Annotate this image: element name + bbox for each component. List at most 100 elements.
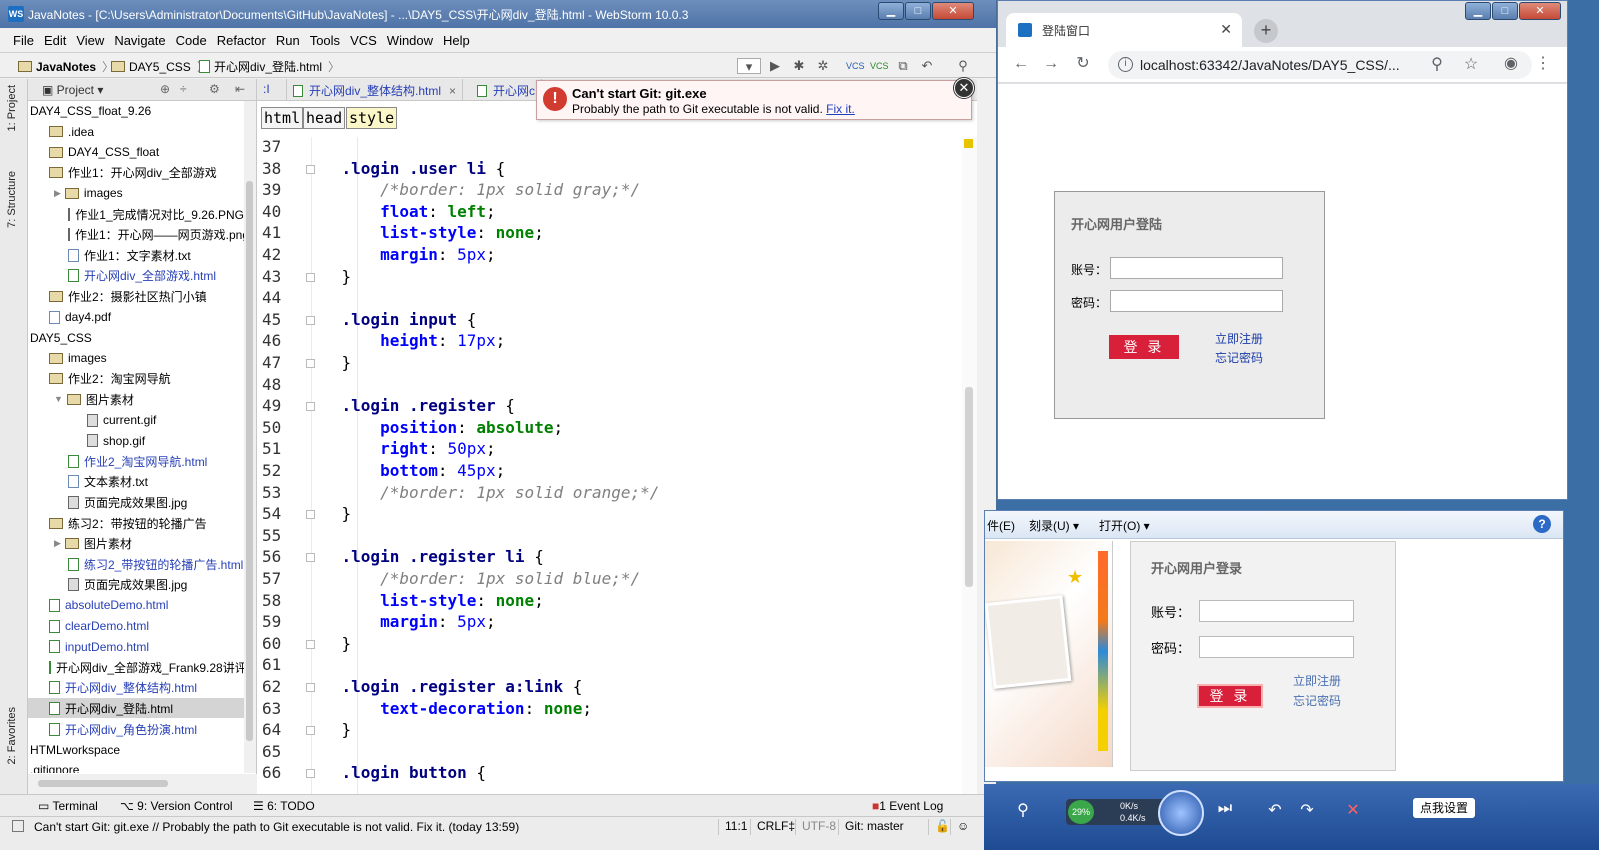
forgot-password-link[interactable]: 忘记密码 <box>1215 349 1263 366</box>
tree-item[interactable]: day4.pdf <box>28 307 244 327</box>
collapse-icon[interactable]: ÷ <box>180 82 187 96</box>
tag-crumb-head[interactable]: head <box>303 107 346 129</box>
tree-item[interactable]: current.gif <box>28 410 244 430</box>
tree-item[interactable]: 开心网div_角色扮演.html <box>28 719 244 739</box>
password-input[interactable] <box>1199 636 1354 658</box>
compare-icon[interactable]: ⧉ <box>895 58 911 74</box>
maximize-icon[interactable]: □ <box>1492 2 1518 20</box>
tree-item[interactable]: 作业1：开心网div_全部游戏 <box>28 163 244 183</box>
file-encoding[interactable]: UTF-8 <box>795 819 836 835</box>
settings-button[interactable]: 点我设置 <box>1413 798 1475 818</box>
revert-icon[interactable]: ↶ <box>919 58 935 74</box>
menu-item-run[interactable]: Run <box>271 33 305 48</box>
back-icon[interactable]: ← <box>1012 55 1030 73</box>
vcs-update-icon[interactable]: VCS <box>846 58 865 74</box>
run-icon[interactable]: ▶ <box>767 58 783 74</box>
tree-item[interactable]: ▶ 图片素材 <box>28 534 244 554</box>
project-scrollbar[interactable] <box>244 101 256 773</box>
forward-icon[interactable]: → <box>1042 55 1060 73</box>
new-tab-button[interactable]: + <box>1254 19 1278 43</box>
code-line[interactable]: .login input { <box>303 310 477 329</box>
notification-close-icon[interactable]: ✕ <box>954 78 974 98</box>
code-line[interactable]: /*border: 1px solid gray;*/ <box>303 180 640 199</box>
run-config-dropdown[interactable]: ▾ <box>737 58 761 74</box>
terminal-tab[interactable]: ▭ Terminal <box>38 799 98 813</box>
inspector-icon[interactable]: ☺ <box>950 819 969 835</box>
code-line[interactable]: right: 50px; <box>303 439 496 458</box>
menu-item-open[interactable]: 打开(O) ▾ <box>1099 517 1150 534</box>
menu-item-refactor[interactable]: Refactor <box>212 33 271 48</box>
forgot-password-link[interactable]: 忘记密码 <box>1293 692 1341 709</box>
tag-crumb-html[interactable]: html <box>261 107 304 129</box>
vcs-commit-icon[interactable]: VCS <box>870 58 889 74</box>
breadcrumb-file[interactable]: 开心网div_登陆.html 〉 <box>199 58 340 75</box>
fix-it-link[interactable]: Fix it. <box>826 102 855 116</box>
tree-item[interactable]: shop.gif <box>28 431 244 451</box>
account-icon[interactable]: ◉ <box>1502 55 1520 73</box>
code-line[interactable]: margin: 5px; <box>303 245 496 264</box>
login-button[interactable]: 登 录 <box>1197 684 1263 708</box>
structure-tool-tab[interactable]: 7: Structure <box>6 171 18 228</box>
bookmark-star-icon[interactable]: ☆ <box>1462 56 1480 74</box>
tree-item[interactable]: 开心网div_全部游戏_Frank9.28讲评.h <box>28 657 244 677</box>
inspection-marker-icon[interactable] <box>964 139 973 148</box>
tree-item[interactable]: ▶ images <box>28 183 244 203</box>
register-link[interactable]: 立即注册 <box>1215 330 1263 347</box>
login-button[interactable]: 登 录 <box>1109 335 1179 359</box>
version-control-tab[interactable]: ⌥ 9: Version Control <box>120 799 233 813</box>
fold-marker-icon[interactable] <box>306 402 315 412</box>
code-line[interactable]: list-style: none; <box>303 591 544 610</box>
fold-marker-icon[interactable] <box>306 553 315 563</box>
tree-item[interactable]: clearDemo.html <box>28 616 244 636</box>
tree-item[interactable]: 练习2_带按钮的轮播广告.html <box>28 554 244 574</box>
fold-marker-icon[interactable] <box>306 683 315 692</box>
search-icon[interactable]: ⚲ <box>955 58 971 74</box>
info-icon[interactable]: i <box>1118 57 1133 72</box>
code-line[interactable]: position: absolute; <box>303 418 563 437</box>
debug-icon[interactable]: ✱ <box>791 58 807 74</box>
hide-icon[interactable]: ⇤ <box>235 82 245 96</box>
account-input[interactable] <box>1110 257 1283 279</box>
line-separator[interactable]: CRLF‡ <box>750 819 795 835</box>
tree-item[interactable]: 作业2_淘宝网导航.html <box>28 451 244 471</box>
fold-marker-icon[interactable] <box>306 639 315 649</box>
menu-item-vcs[interactable]: VCS <box>345 33 382 48</box>
menu-kebab-icon[interactable]: ⋮ <box>1534 55 1552 73</box>
editor-scrollbar[interactable] <box>962 137 977 794</box>
close-tab-icon[interactable]: × <box>449 84 456 98</box>
code-line[interactable]: /*border: 1px solid orange;*/ <box>303 483 659 502</box>
account-input[interactable] <box>1199 600 1354 622</box>
todo-tab[interactable]: ☰ 6: TODO <box>253 799 315 813</box>
tree-item[interactable]: ▼ 图片素材 <box>28 389 244 409</box>
code-line[interactable]: margin: 5px; <box>303 612 496 631</box>
collapse-arrow-icon[interactable]: ▼ <box>54 394 63 404</box>
tree-item[interactable]: images <box>28 348 244 368</box>
menu-item-help[interactable]: Help <box>438 33 475 48</box>
password-input[interactable] <box>1110 290 1283 312</box>
next-track-icon[interactable]: ⏭ <box>1212 800 1238 820</box>
close-icon[interactable]: ✕ <box>1519 2 1561 20</box>
register-link[interactable]: 立即注册 <box>1293 672 1341 689</box>
code-line[interactable]: .login button { <box>303 763 487 782</box>
scrollbar-thumb[interactable] <box>246 181 253 741</box>
tree-item[interactable]: DAY4_CSS_float_9.26 <box>28 101 244 121</box>
gear-icon[interactable]: ⚙ <box>209 82 220 96</box>
scrollbar-thumb[interactable] <box>38 780 168 787</box>
fold-marker-icon[interactable] <box>306 272 315 282</box>
expand-arrow-icon[interactable]: ▶ <box>54 538 61 549</box>
code-line[interactable]: float: left; <box>303 202 496 221</box>
caret-position[interactable]: 11:1 <box>718 819 747 835</box>
tree-item[interactable]: 开心网div_整体结构.html <box>28 678 244 698</box>
breadcrumb-folder[interactable]: DAY5_CSS〉 <box>111 58 209 75</box>
minimize-icon[interactable]: ▁ <box>878 2 904 20</box>
tree-item[interactable]: 作业1_完成情况对比_9.26.PNG <box>28 204 244 224</box>
tree-item[interactable]: 页面完成效果图.jpg <box>28 492 244 512</box>
tree-item[interactable]: 作业2：淘宝网导航 <box>28 369 244 389</box>
fold-marker-icon[interactable] <box>306 315 315 325</box>
code-line[interactable]: /*border: 1px solid blue;*/ <box>303 569 640 588</box>
tree-item[interactable]: HTMLworkspace <box>28 740 244 760</box>
tree-item[interactable]: 作业2：摄影社区热门小镇 <box>28 286 244 306</box>
project-tool-tab[interactable]: 1: Project <box>6 85 18 131</box>
code-line[interactable]: .login .user li { <box>303 159 506 178</box>
fold-marker-icon[interactable] <box>306 164 315 174</box>
